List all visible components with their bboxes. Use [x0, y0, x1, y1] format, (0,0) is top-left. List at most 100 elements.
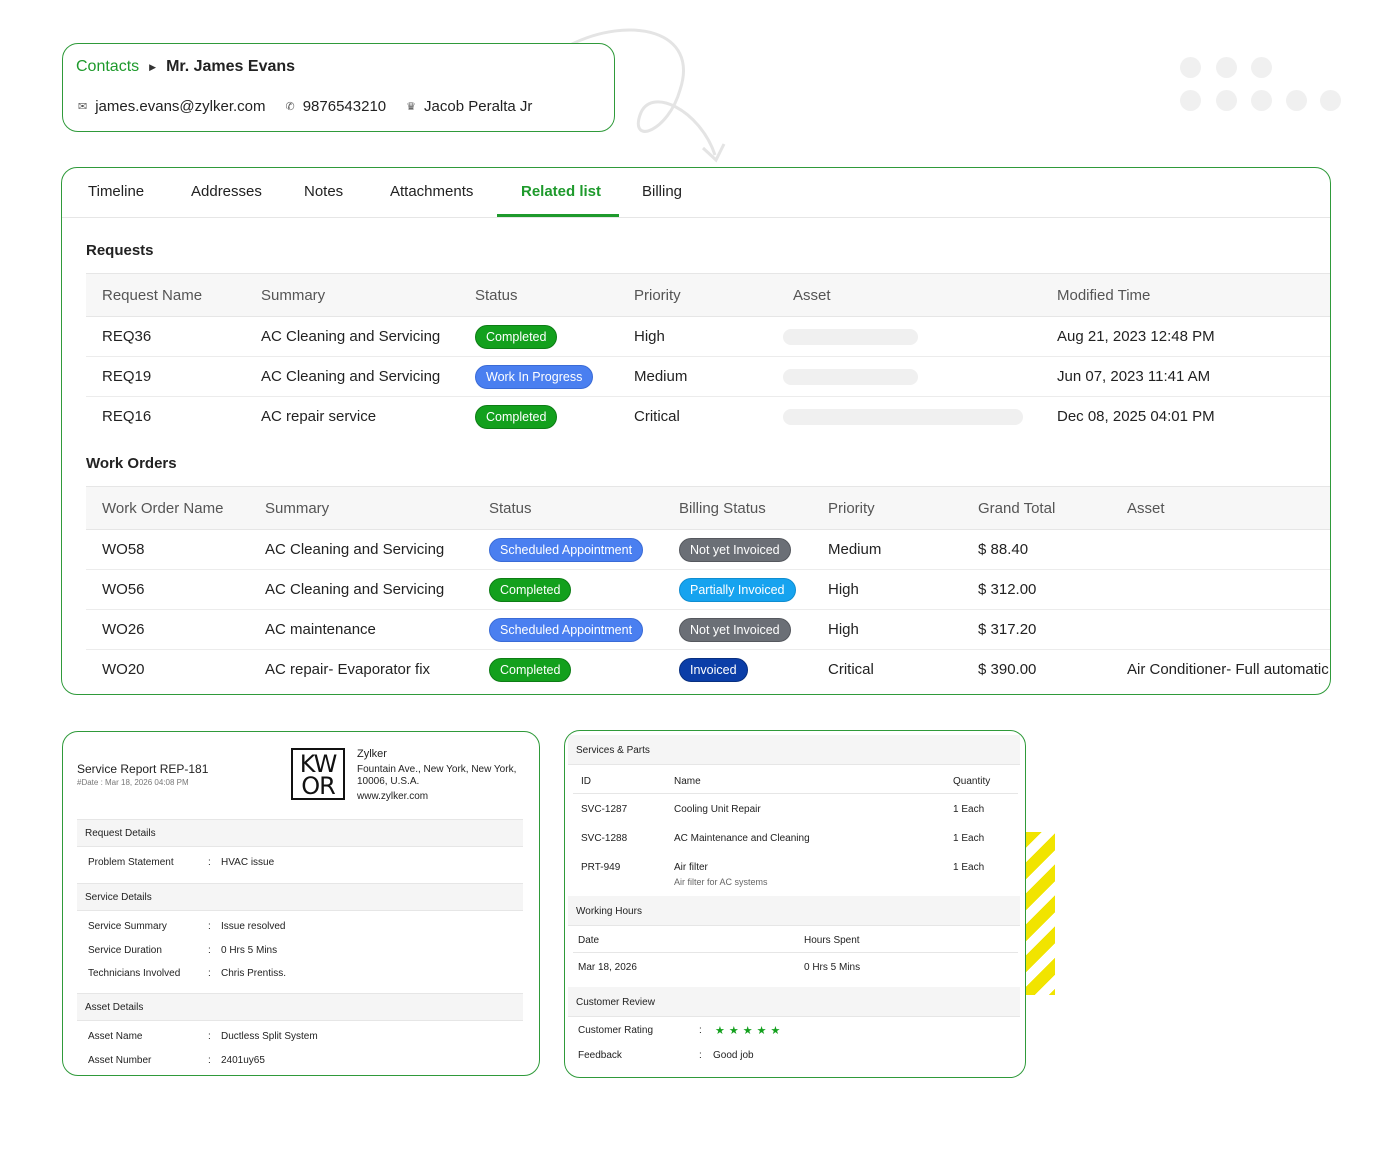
field-colon: : [699, 1050, 702, 1061]
table-row[interactable]: WO26 AC maintenance Scheduled Appointmen… [86, 610, 1330, 650]
field-colon: : [699, 1025, 702, 1036]
contact-account[interactable]: Jacob Peralta Jr [424, 98, 532, 115]
tab-attachments[interactable]: Attachments [390, 183, 473, 200]
table-row[interactable]: WO58 AC Cleaning and Servicing Scheduled… [86, 530, 1330, 570]
star-rating-icon: ★★★★★ [715, 1025, 785, 1037]
feedback-text: Good job [713, 1050, 754, 1061]
billing-badge: Invoiced [679, 658, 748, 682]
section-title: Asset Details [85, 1002, 144, 1013]
contact-phone[interactable]: 9876543210 [303, 98, 386, 115]
tab-notes[interactable]: Notes [304, 183, 343, 200]
field-colon: : [208, 945, 211, 956]
section-title: Service Details [85, 892, 152, 903]
section-title: Request Details [85, 828, 156, 839]
requests-header: Request Name Summary Status Priority Ass… [86, 273, 1330, 317]
col-work-order-name[interactable]: Work Order Name [102, 500, 223, 517]
tab-addresses[interactable]: Addresses [191, 183, 262, 200]
request-modified: Jun 07, 2023 11:41 AM [1057, 368, 1211, 385]
col-priority[interactable]: Priority [634, 287, 681, 304]
work-order-asset: Air Conditioner- Full automatic, [1127, 661, 1331, 678]
work-orders-header: Work Order Name Summary Status Billing S… [86, 486, 1330, 530]
field-label: Service Duration [88, 945, 162, 956]
requests-table: Request Name Summary Status Priority Ass… [86, 273, 1330, 437]
working-hours-section: Working Hours [568, 896, 1020, 926]
tab-billing[interactable]: Billing [642, 183, 682, 200]
work-order-name[interactable]: WO56 [102, 581, 145, 598]
col-priority[interactable]: Priority [828, 500, 875, 517]
work-order-summary: AC Cleaning and Servicing [265, 541, 445, 558]
col-hours-spent: Hours Spent [804, 935, 860, 946]
request-details-section: Request Details [77, 819, 523, 847]
breadcrumb-contacts-link[interactable]: Contacts [76, 58, 139, 76]
table-row[interactable]: WO20 AC repair- Evaporator fix Completed… [86, 650, 1331, 690]
request-name[interactable]: REQ16 [102, 408, 151, 425]
tab-timeline[interactable]: Timeline [88, 183, 144, 200]
work-orders-table: Work Order Name Summary Status Billing S… [86, 486, 1331, 690]
status-badge: Completed [475, 405, 558, 429]
col-asset[interactable]: Asset [793, 287, 831, 304]
col-name: Name [674, 776, 701, 787]
requests-title: Requests [86, 242, 154, 259]
col-summary[interactable]: Summary [261, 287, 325, 304]
service-id: SVC-1287 [581, 804, 628, 815]
work-order-priority: High [828, 581, 859, 598]
asset-details-section: Asset Details [77, 993, 523, 1021]
tab-related-list[interactable]: Related list [521, 183, 601, 200]
request-summary: AC Cleaning and Servicing [261, 368, 441, 385]
request-modified: Aug 21, 2023 12:48 PM [1057, 328, 1215, 345]
phone-icon: ✆ [285, 101, 295, 113]
decorative-dots [1180, 57, 1350, 117]
service-qty: 1 Each [953, 862, 985, 873]
col-summary[interactable]: Summary [265, 500, 329, 517]
col-billing-status[interactable]: Billing Status [679, 500, 766, 517]
status-badge: Scheduled Appointment [489, 618, 644, 642]
field-colon: : [208, 1055, 211, 1066]
field-label: Problem Statement [88, 857, 174, 868]
col-status[interactable]: Status [489, 500, 532, 517]
service-report-card: Service Report REP-181 #Date : Mar 18, 2… [62, 731, 540, 1076]
work-order-summary: AC maintenance [265, 621, 376, 638]
work-order-name[interactable]: WO58 [102, 541, 145, 558]
col-grand-total[interactable]: Grand Total [978, 500, 1055, 517]
col-asset[interactable]: Asset [1127, 500, 1165, 517]
work-order-summary: AC repair- Evaporator fix [265, 661, 431, 678]
request-priority: High [634, 328, 665, 345]
company-address: Fountain Ave., New York, New York, 10006… [357, 764, 517, 787]
service-duration: 0 Hrs 5 Mins [221, 945, 278, 956]
table-row[interactable]: REQ36 AC Cleaning and Servicing Complete… [86, 317, 1330, 357]
table-row[interactable]: REQ16 AC repair service Completed Critic… [86, 397, 1330, 437]
breadcrumb: Contacts ▶ Mr. James Evans [76, 58, 295, 76]
breadcrumb-chevron-icon: ▶ [149, 61, 157, 72]
asset-placeholder [783, 409, 1023, 425]
billing-badge: Not yet Invoiced [679, 538, 791, 562]
table-row[interactable]: REQ19 AC Cleaning and Servicing Work In … [86, 357, 1330, 397]
work-order-total: $ 390.00 [978, 661, 1037, 678]
section-title: Services & Parts [576, 745, 650, 756]
asset-placeholder [783, 329, 918, 345]
contact-email[interactable]: james.evans@zylker.com [95, 98, 265, 115]
work-order-name[interactable]: WO20 [102, 661, 145, 678]
report-date: #Date : Mar 18, 2026 04:08 PM [77, 778, 189, 787]
status-badge: Work In Progress [475, 365, 594, 389]
company-website[interactable]: www.zylker.com [357, 791, 428, 802]
decorative-stripes [1025, 832, 1055, 995]
service-name: AC Maintenance and Cleaning [674, 833, 810, 844]
asset-number: 2401uy65 [221, 1055, 265, 1066]
problem-statement: HVAC issue [221, 857, 275, 868]
table-row[interactable]: WO56 AC Cleaning and Servicing Completed… [86, 570, 1330, 610]
col-modified-time[interactable]: Modified Time [1057, 287, 1150, 304]
service-name: Air filter [674, 862, 708, 873]
col-request-name[interactable]: Request Name [102, 287, 202, 304]
col-status[interactable]: Status [475, 287, 518, 304]
rating-label: Customer Rating [578, 1025, 654, 1036]
service-description: Air filter for AC systems [674, 877, 768, 887]
field-colon: : [208, 921, 211, 932]
request-name[interactable]: REQ36 [102, 328, 151, 345]
field-label: Technicians Involved [88, 968, 181, 979]
billing-badge: Not yet Invoiced [679, 618, 791, 642]
request-name[interactable]: REQ19 [102, 368, 151, 385]
work-date: Mar 18, 2026 [578, 962, 637, 973]
col-quantity: Quantity [953, 776, 991, 787]
work-order-name[interactable]: WO26 [102, 621, 145, 638]
work-order-total: $ 88.40 [978, 541, 1029, 558]
